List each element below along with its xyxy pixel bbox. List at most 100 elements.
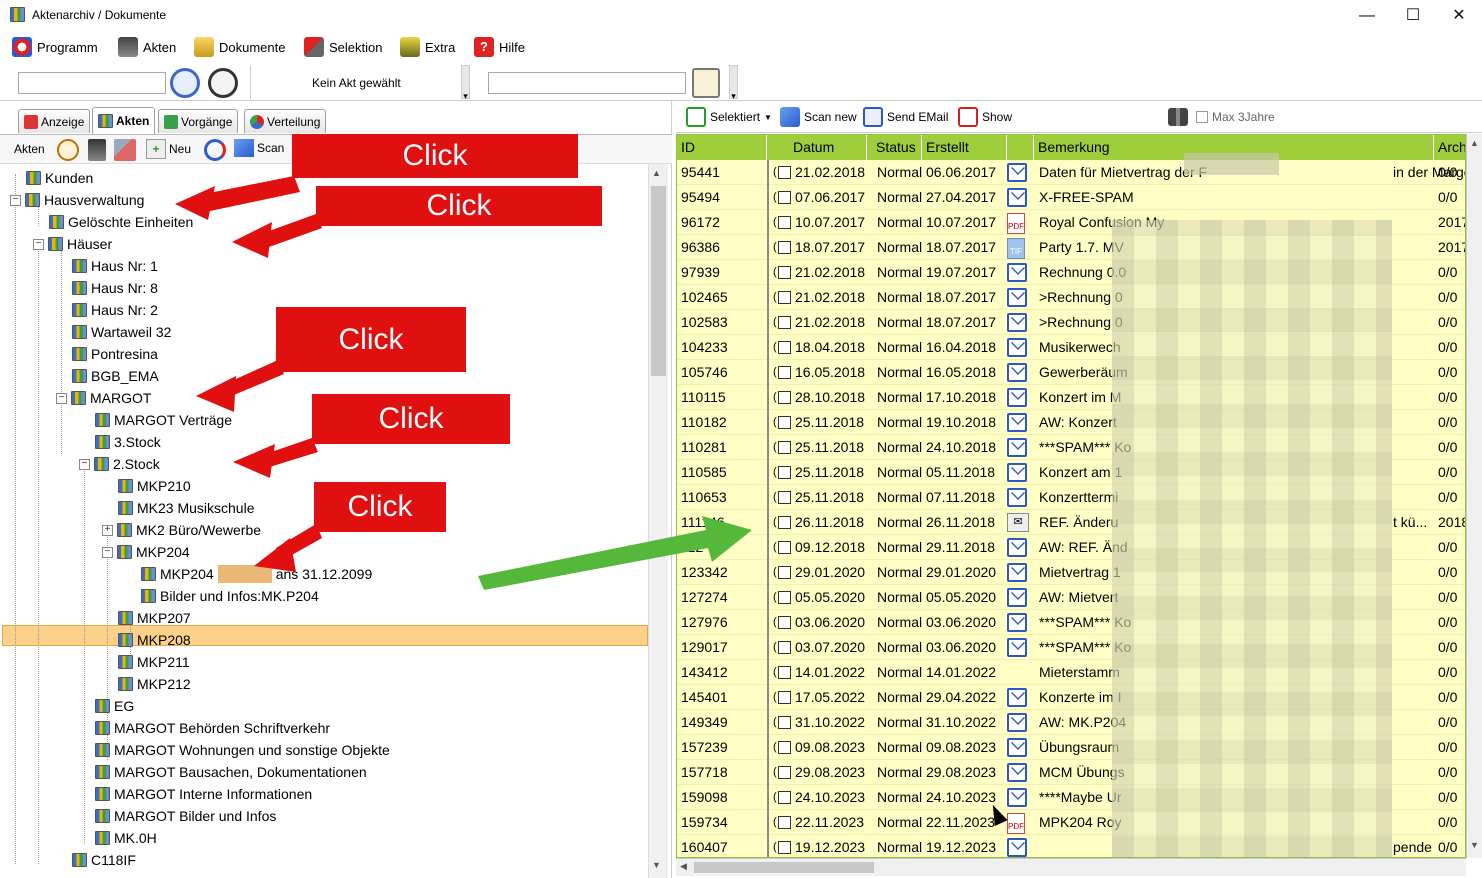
- table-row[interactable]: (95441 21.02.2018 Normal 06.06.2017 Daten fü…: [677, 160, 1465, 185]
- tree-node-selected[interactable]: MKP204 ans 31.12.2099: [141, 564, 372, 584]
- tree-node-mkp204[interactable]: − MKP204: [102, 542, 190, 562]
- grid-vscrollbar[interactable]: ▲ ▼: [1466, 134, 1482, 858]
- tree-node[interactable]: + MK2 Büro/Wewerbe: [102, 520, 261, 540]
- tree-scrollbar[interactable]: ▲ ▼: [648, 164, 668, 878]
- filter-icon[interactable]: [692, 68, 720, 98]
- row-checkbox[interactable]: [778, 391, 791, 404]
- row-checkbox[interactable]: [778, 666, 791, 679]
- tree-node[interactable]: MK23 Musikschule: [118, 498, 255, 518]
- col-arch[interactable]: Arch: [1434, 135, 1465, 160]
- row-checkbox[interactable]: [778, 816, 791, 829]
- row-checkbox[interactable]: [778, 541, 791, 554]
- scan-new-button[interactable]: Scan new: [780, 105, 857, 129]
- tree-node[interactable]: Pontresina: [72, 344, 158, 364]
- col-id[interactable]: ID: [677, 135, 767, 160]
- tab-vorgaenge[interactable]: Vorgänge: [158, 109, 239, 133]
- expand-icon[interactable]: +: [102, 524, 113, 536]
- row-checkbox[interactable]: [778, 516, 791, 529]
- checkbox[interactable]: [1196, 111, 1208, 123]
- table-row[interactable]: (95494 07.06.2017 Normal 27.04.2017 X-FREE-S…: [677, 185, 1465, 210]
- tab-verteilung[interactable]: Verteilung: [244, 109, 327, 133]
- collapse-icon[interactable]: −: [10, 194, 21, 206]
- scan-button[interactable]: Scan: [234, 139, 284, 157]
- row-checkbox[interactable]: [778, 741, 791, 754]
- row-checkbox[interactable]: [778, 191, 791, 204]
- collapse-icon[interactable]: −: [33, 238, 44, 250]
- send-email-button[interactable]: Send EMail: [863, 105, 948, 129]
- scroll-up-icon[interactable]: ▲: [1470, 138, 1479, 148]
- tree-node[interactable]: Haus Nr: 1: [72, 256, 158, 276]
- search-input[interactable]: [18, 72, 166, 94]
- row-checkbox[interactable]: [778, 491, 791, 504]
- tab-anzeige[interactable]: Anzeige: [18, 109, 91, 133]
- row-checkbox[interactable]: [778, 791, 791, 804]
- tree-node[interactable]: MARGOT Bilder und Infos: [95, 806, 276, 826]
- menu-selektion[interactable]: Selektion: [304, 31, 382, 63]
- row-checkbox[interactable]: [778, 166, 791, 179]
- row-checkbox[interactable]: [778, 216, 791, 229]
- tree-node[interactable]: MKP211: [118, 652, 190, 672]
- menu-programm[interactable]: Programm: [12, 31, 98, 63]
- tree-node-hausverwaltung[interactable]: − Hausverwaltung: [10, 190, 144, 210]
- tree-node[interactable]: MKP212: [118, 674, 191, 694]
- show-button[interactable]: Show: [958, 105, 1012, 129]
- grid-hscrollbar[interactable]: ◀: [676, 858, 1466, 876]
- tree-node[interactable]: MARGOT Bausachen, Dokumentationen: [95, 762, 367, 782]
- search-icon[interactable]: [170, 68, 200, 98]
- archive-icon[interactable]: [88, 139, 106, 161]
- col-status[interactable]: Status: [872, 135, 922, 160]
- col-datum[interactable]: Datum: [767, 135, 867, 160]
- menu-akten[interactable]: Akten: [118, 31, 176, 63]
- tree-node[interactable]: MKP208: [118, 630, 191, 650]
- tree-node[interactable]: C118IF: [72, 850, 136, 870]
- filter-input[interactable]: [488, 72, 686, 94]
- row-checkbox[interactable]: [778, 591, 791, 604]
- maximize-button[interactable]: ☐: [1390, 0, 1436, 31]
- tree-node[interactable]: Bilder und Infos:MK.P204: [141, 586, 319, 606]
- scroll-down-icon[interactable]: ▼: [1470, 840, 1479, 850]
- max3-checkbox[interactable]: Max 3Jahre: [1196, 105, 1275, 129]
- row-checkbox[interactable]: [778, 441, 791, 454]
- row-checkbox[interactable]: [778, 841, 791, 854]
- row-checkbox[interactable]: [778, 566, 791, 579]
- document-grid[interactable]: ID Datum Status Erstellt Bemerkung Arch …: [676, 134, 1466, 858]
- tab-akten[interactable]: Akten: [92, 107, 156, 134]
- selektiert-dropdown[interactable]: Selektiert ▼: [686, 105, 772, 129]
- row-checkbox[interactable]: [778, 366, 791, 379]
- tree-node[interactable]: BGB_EMA: [72, 366, 159, 386]
- row-checkbox[interactable]: [778, 341, 791, 354]
- row-checkbox[interactable]: [778, 241, 791, 254]
- menu-extra[interactable]: Extra: [400, 31, 455, 63]
- col-icon[interactable]: [1007, 135, 1034, 160]
- tree-node[interactable]: MARGOT Verträge: [95, 410, 232, 430]
- scroll-thumb[interactable]: [694, 862, 874, 873]
- tree-node[interactable]: 3.Stock: [95, 432, 161, 452]
- row-checkbox[interactable]: [778, 716, 791, 729]
- row-checkbox[interactable]: [778, 766, 791, 779]
- row-checkbox[interactable]: [778, 466, 791, 479]
- tree-node-haeuser[interactable]: − Häuser: [33, 234, 112, 254]
- col-erstellt[interactable]: Erstellt: [922, 135, 1007, 160]
- row-checkbox[interactable]: [778, 691, 791, 704]
- menu-dokumente[interactable]: Dokumente: [194, 31, 285, 63]
- tree-node-2stock[interactable]: − 2.Stock: [79, 454, 160, 474]
- tree-node-kunden[interactable]: Kunden: [26, 168, 93, 188]
- tree-node[interactable]: MARGOT Behörden Schriftverkehr: [95, 718, 330, 738]
- collapse-icon[interactable]: −: [102, 546, 113, 558]
- refresh-icon[interactable]: [204, 139, 226, 161]
- tree-node[interactable]: Wartaweil 32: [72, 322, 171, 342]
- tree-node[interactable]: MK.0H: [95, 828, 157, 848]
- tree-node[interactable]: MARGOT Interne Informationen: [95, 784, 312, 804]
- row-checkbox[interactable]: [778, 291, 791, 304]
- print-icon[interactable]: [114, 139, 136, 161]
- tree-node[interactable]: MARGOT Wohnungen und sonstige Objekte: [95, 740, 390, 760]
- row-checkbox[interactable]: [778, 316, 791, 329]
- row-checkbox[interactable]: [778, 616, 791, 629]
- clock-icon[interactable]: [57, 139, 79, 161]
- tree-node-geloeschte[interactable]: Gelöschte Einheiten: [49, 212, 193, 232]
- collapse-icon[interactable]: −: [56, 392, 67, 404]
- row-checkbox[interactable]: [778, 266, 791, 279]
- menu-hilfe[interactable]: ? Hilfe: [474, 31, 525, 63]
- tree-node-margot[interactable]: − MARGOT: [56, 388, 151, 408]
- collapse-icon[interactable]: −: [79, 458, 90, 470]
